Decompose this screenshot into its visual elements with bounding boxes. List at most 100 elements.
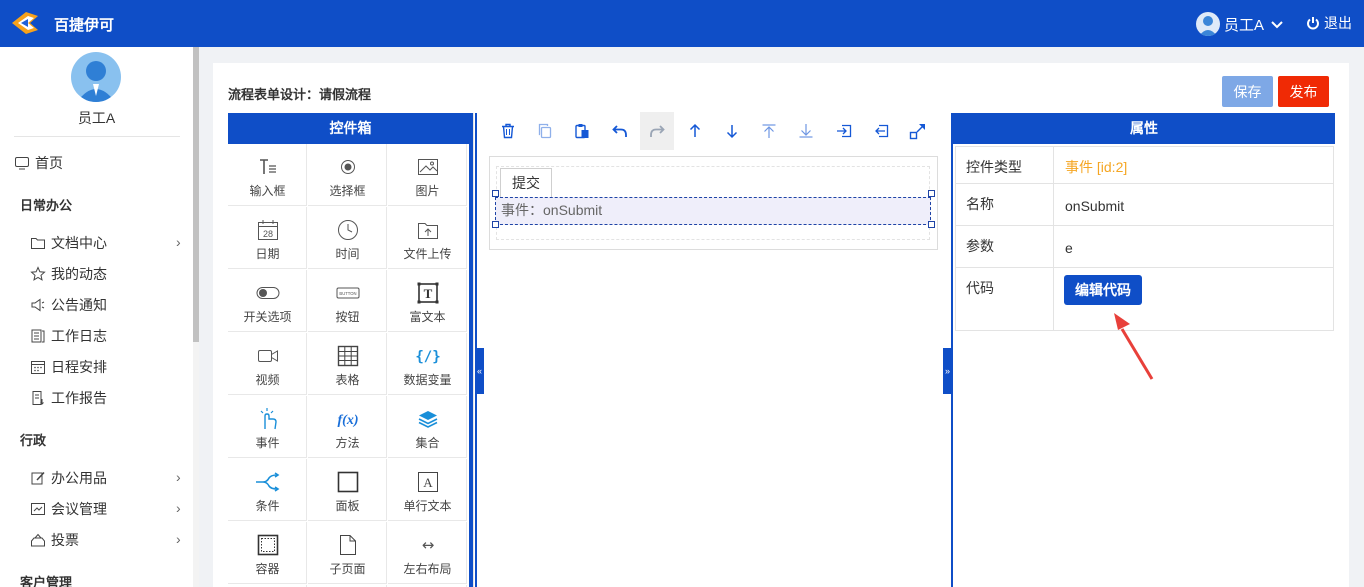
tool-button[interactable]: BUTTON 按钮 bbox=[308, 270, 387, 332]
tool-date[interactable]: 28 日期 bbox=[228, 207, 307, 269]
sidebar-item-activity[interactable]: 我的动态 bbox=[30, 264, 107, 284]
tool-image[interactable]: 图片 bbox=[388, 144, 467, 206]
radio-icon bbox=[340, 160, 355, 174]
chevron-right-icon: › bbox=[176, 234, 181, 250]
toolbox-scrollbar[interactable] bbox=[469, 144, 473, 587]
undo-button[interactable] bbox=[603, 112, 637, 150]
tool-subpage[interactable]: 子页面 bbox=[308, 522, 387, 584]
move-bottom-icon bbox=[799, 124, 813, 138]
tool-radio[interactable]: 选择框 bbox=[308, 144, 387, 206]
sidebar-item-office-supplies[interactable]: 办公用品 bbox=[30, 468, 107, 488]
section-title: 日常办公 bbox=[20, 198, 73, 213]
tool-switch[interactable]: 开关选项 bbox=[228, 270, 307, 332]
resize-handle[interactable] bbox=[492, 190, 499, 197]
property-value-name[interactable]: onSubmit bbox=[1054, 184, 1334, 225]
property-key: 控件类型 bbox=[956, 147, 1054, 183]
calendar-icon bbox=[31, 361, 45, 374]
sidebar-item-work-report[interactable]: 工作报告 bbox=[30, 388, 107, 408]
redo-button[interactable] bbox=[640, 112, 674, 150]
property-row-name: 名称 onSubmit bbox=[956, 184, 1333, 226]
book-icon bbox=[31, 329, 45, 343]
power-icon bbox=[1307, 17, 1319, 30]
move-top-button[interactable] bbox=[752, 112, 786, 150]
submit-button[interactable]: 提交 bbox=[500, 168, 552, 197]
user-menu[interactable]: 员工A bbox=[1196, 11, 1284, 37]
divider bbox=[14, 136, 180, 137]
annotation-arrow-icon bbox=[1114, 313, 1154, 380]
edit-code-button[interactable]: 编辑代码 bbox=[1064, 275, 1142, 305]
user-name: 员工A bbox=[1224, 16, 1265, 34]
save-button[interactable]: 保存 bbox=[1222, 76, 1273, 107]
toggle-icon bbox=[256, 287, 279, 299]
copy-button[interactable] bbox=[528, 112, 562, 150]
tool-table[interactable]: 表格 bbox=[308, 333, 387, 395]
button-icon: BUTTON bbox=[336, 287, 359, 299]
move-in-button[interactable] bbox=[827, 112, 861, 150]
sidebar-item-label: 工作报告 bbox=[51, 390, 107, 406]
sidebar-item-schedule[interactable]: 日程安排 bbox=[30, 357, 107, 377]
copy-icon bbox=[538, 123, 552, 139]
move-down-button[interactable] bbox=[715, 112, 749, 150]
tool-condition[interactable]: 条件 bbox=[228, 459, 307, 521]
publish-button[interactable]: 发布 bbox=[1278, 76, 1329, 107]
tool-file-upload[interactable]: 文件上传 bbox=[388, 207, 467, 269]
resize-handle[interactable] bbox=[928, 221, 935, 228]
tool-method[interactable]: f(x) 方法 bbox=[308, 396, 387, 458]
folder-upload-icon bbox=[417, 223, 438, 239]
sidebar-item-documents[interactable]: 文档中心 bbox=[30, 233, 107, 253]
sidebar-item-announcements[interactable]: 公告通知 bbox=[30, 295, 107, 315]
sidebar-item-label: 公告通知 bbox=[51, 297, 107, 313]
tool-container[interactable]: 容器 bbox=[228, 522, 307, 584]
property-value: 编辑代码 bbox=[1054, 268, 1334, 330]
calendar-icon: 28 bbox=[257, 220, 278, 240]
toolbox-panel: 控件箱 输入框 选择框 图片 28 日期 时间 文件上传 开关选项 BUTTON… bbox=[228, 113, 474, 587]
move-out-button[interactable] bbox=[864, 112, 898, 150]
svg-text:28: 28 bbox=[262, 229, 272, 239]
sidebar-item-vote[interactable]: 投票 bbox=[30, 530, 79, 550]
event-component-selected[interactable]: 事件：onSubmit bbox=[495, 197, 931, 225]
property-value-params[interactable]: e bbox=[1054, 226, 1334, 267]
tool-text-input[interactable]: 输入框 bbox=[228, 144, 307, 206]
tool-panel[interactable]: 面板 bbox=[308, 459, 387, 521]
brand-name: 百捷伊可 bbox=[54, 17, 115, 34]
video-icon bbox=[257, 350, 278, 362]
tool-collection[interactable]: 集合 bbox=[388, 396, 467, 458]
tool-data-variable[interactable]: {/} 数据变量 bbox=[388, 333, 467, 395]
resize-handle[interactable] bbox=[492, 221, 499, 228]
tool-single-line-text[interactable]: A 单行文本 bbox=[388, 459, 467, 521]
monitor-icon bbox=[15, 157, 29, 170]
redo-icon bbox=[650, 125, 665, 137]
resize-handle[interactable] bbox=[928, 190, 935, 197]
tool-event[interactable]: 事件 bbox=[228, 396, 307, 458]
sidebar-scrollbar[interactable] bbox=[193, 47, 199, 587]
paste-button[interactable] bbox=[565, 112, 599, 150]
move-bottom-button[interactable] bbox=[789, 112, 823, 150]
tool-video[interactable]: 视频 bbox=[228, 333, 307, 395]
sidebar-item-home[interactable]: 首页 bbox=[14, 153, 63, 173]
logout-button[interactable]: 退出 bbox=[1306, 13, 1352, 33]
collapse-right-button[interactable]: » bbox=[943, 348, 952, 394]
chevron-right-icon: › bbox=[176, 500, 181, 516]
sidebar-item-label: 办公用品 bbox=[51, 470, 107, 486]
clock-icon bbox=[337, 220, 358, 240]
properties-table: 控件类型 事件 [id:2] 名称 onSubmit 参数 e 代码 编辑代码 bbox=[955, 146, 1334, 331]
expand-icon bbox=[909, 124, 925, 140]
sidebar-item-work-log[interactable]: 工作日志 bbox=[30, 326, 107, 346]
tool-time[interactable]: 时间 bbox=[308, 207, 387, 269]
sidebar-item-meetings[interactable]: 会议管理 bbox=[30, 499, 107, 519]
page-title: 流程表单设计：请假流程 bbox=[228, 87, 372, 102]
collapse-left-button[interactable]: « bbox=[475, 348, 484, 394]
move-up-button[interactable] bbox=[678, 112, 712, 150]
move-up-icon bbox=[689, 123, 701, 137]
delete-button[interactable] bbox=[491, 112, 525, 150]
tool-horizontal-layout[interactable]: ↔ 左右布局 bbox=[388, 522, 467, 584]
tool-rich-text[interactable]: T 富文本 bbox=[388, 270, 467, 332]
pointer-icon bbox=[260, 408, 277, 430]
paste-icon bbox=[575, 124, 589, 139]
svg-text:↔: ↔ bbox=[421, 536, 434, 554]
container-icon bbox=[257, 534, 278, 556]
expand-button[interactable] bbox=[901, 112, 935, 150]
sidebar-item-label: 日程安排 bbox=[51, 359, 107, 375]
scrollbar-thumb[interactable] bbox=[193, 47, 199, 342]
single-text-icon: A bbox=[417, 472, 438, 492]
